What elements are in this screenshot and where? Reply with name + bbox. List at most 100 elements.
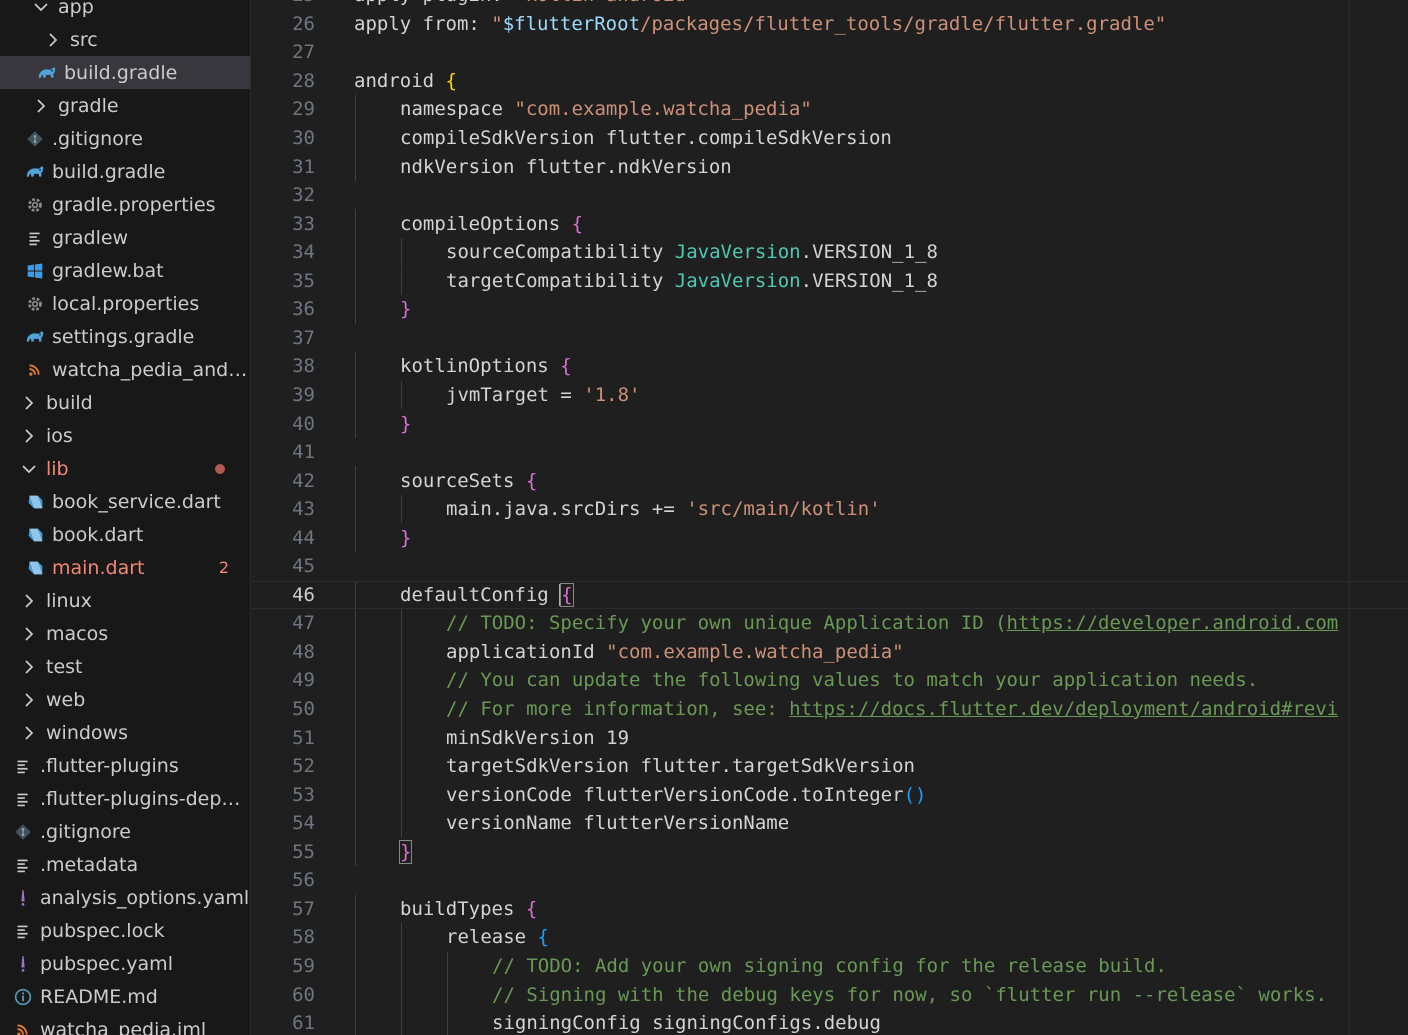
- code-link[interactable]: https://docs.flutter.dev/deployment/andr…: [789, 698, 1338, 720]
- code-line[interactable]: 55}: [252, 837, 1408, 866]
- code-text: apply from: "$flutterRoot/packages/flutt…: [354, 13, 1166, 35]
- code-line[interactable]: 51 minSdkVersion 19: [252, 723, 1408, 752]
- explorer-folder[interactable]: lib: [0, 452, 250, 485]
- code-line[interactable]: 33 compileOptions {: [252, 209, 1408, 238]
- code-line[interactable]: 29 namespace "com.example.watcha_pedia": [252, 95, 1408, 124]
- code-line[interactable]: 56: [252, 866, 1408, 895]
- explorer-file[interactable]: pubspec.lock: [0, 914, 250, 947]
- code-line[interactable]: 52 targetSdkVersion flutter.targetSdkVers…: [252, 751, 1408, 781]
- code-line[interactable]: 59 // TODO: Add your own signing config f…: [252, 951, 1408, 981]
- code-line[interactable]: 36}: [252, 295, 1408, 324]
- code-line[interactable]: 50 // For more information, see: https://…: [252, 694, 1408, 724]
- explorer-folder[interactable]: linux: [0, 584, 250, 617]
- code-line[interactable]: 53 versionCode flutterVersionCode.toInteg…: [252, 780, 1408, 809]
- code-text: jvmTarget = '1.8': [446, 384, 640, 406]
- code-line[interactable]: 41: [252, 438, 1408, 467]
- explorer-file[interactable]: analysis_options.yaml: [0, 881, 250, 914]
- explorer-folder[interactable]: macos: [0, 617, 250, 650]
- explorer-file[interactable]: pubspec.yaml: [0, 947, 250, 980]
- code-line[interactable]: 35 targetCompatibility JavaVersion.VERSIO…: [252, 266, 1408, 295]
- explorer-file[interactable]: .flutter-plugins-depe...: [0, 782, 251, 815]
- code-token: JavaVersion: [674, 269, 801, 292]
- explorer-file[interactable]: book.dart: [0, 518, 250, 551]
- code-line[interactable]: 31 ndkVersion flutter.ndkVersion: [252, 152, 1408, 181]
- code-line[interactable]: 57 buildTypes {: [252, 894, 1408, 924]
- code-line[interactable]: 60 // Signing with the debug keys for now…: [252, 980, 1408, 1009]
- code-line[interactable]: 32: [252, 181, 1408, 210]
- code-token: apply plugin:: [354, 0, 514, 6]
- code-line[interactable]: 46 defaultConfig {: [252, 580, 1408, 610]
- code-line[interactable]: 28 android {: [252, 67, 1408, 96]
- indent-guide: [401, 780, 402, 809]
- code-line[interactable]: 27: [252, 38, 1408, 67]
- code-line[interactable]: 43 main.java.srcDirs += 'src/main/kotlin': [252, 494, 1408, 524]
- explorer-folder[interactable]: app: [0, 0, 250, 23]
- line-number: 41: [292, 441, 315, 464]
- chevron-right-icon: [42, 29, 64, 51]
- indent-guide: [355, 837, 356, 866]
- explorer-folder[interactable]: gradle: [0, 89, 250, 122]
- code-line[interactable]: 58 release {: [252, 923, 1408, 952]
- explorer-folder[interactable]: windows: [0, 716, 250, 749]
- code-line[interactable]: 39 jvmTarget = '1.8': [252, 380, 1408, 410]
- chevron-right-icon: [18, 656, 40, 678]
- explorer-item-label: .flutter-plugins-depe...: [40, 787, 251, 810]
- code-token: // Signing with the debug keys for now, …: [492, 983, 1328, 1006]
- explorer-file[interactable]: gradlew.bat: [0, 254, 250, 287]
- code-line[interactable]: 47 // TODO: Specify your own unique Appli…: [252, 609, 1408, 638]
- code-text: signingConfig signingConfigs.debug: [492, 1012, 881, 1034]
- explorer-file[interactable]: .gitignore: [0, 122, 250, 155]
- explorer-file[interactable]: local.properties: [0, 287, 250, 320]
- chevron-right-icon: [30, 95, 52, 117]
- code-text: sourceCompatibility JavaVersion.VERSION_…: [446, 241, 938, 263]
- explorer-file[interactable]: .flutter-plugins: [0, 749, 250, 782]
- code-line[interactable]: 25 apply plugin: 'kotlin-android': [252, 0, 1408, 10]
- line-number: 36: [292, 298, 315, 321]
- explorer-file[interactable]: .gitignore: [0, 815, 250, 848]
- explorer-folder[interactable]: ios: [0, 419, 250, 452]
- explorer-folder[interactable]: web: [0, 683, 250, 716]
- code-line[interactable]: 37: [252, 324, 1408, 353]
- explorer-file[interactable]: main.dart 2: [0, 551, 250, 584]
- explorer-file[interactable]: README.md: [0, 980, 250, 1013]
- indent-guide: [355, 923, 356, 952]
- code-line[interactable]: 30 compileSdkVersion flutter.compileSdkVe…: [252, 123, 1408, 153]
- indent-guide: [401, 380, 402, 410]
- explorer-file[interactable]: gradlew: [0, 221, 250, 254]
- gear-icon: [24, 293, 46, 315]
- explorer-folder[interactable]: test: [0, 650, 250, 683]
- line-number: 61: [292, 1012, 315, 1035]
- code-line[interactable]: 34 sourceCompatibility JavaVersion.VERSIO…: [252, 237, 1408, 267]
- code-link[interactable]: https://developer.android.com: [1007, 612, 1339, 634]
- explorer-file[interactable]: watcha_pedia.iml: [0, 1013, 250, 1035]
- explorer-folder[interactable]: src: [0, 23, 250, 56]
- indent-guide: [401, 694, 402, 724]
- code-line[interactable]: 40}: [252, 409, 1408, 438]
- explorer-file[interactable]: book_service.dart: [0, 485, 250, 518]
- code-text: sourceSets {: [400, 470, 537, 492]
- code-line[interactable]: 48 applicationId "com.example.watcha_pedi…: [252, 637, 1408, 667]
- gradle-elephant-icon: [24, 326, 46, 348]
- explorer-file[interactable]: .metadata: [0, 848, 250, 881]
- code-line[interactable]: 26 apply from: "$flutterRoot/packages/flu…: [252, 10, 1408, 39]
- code-token: compileSdkVersion flutter.compileSdkVers…: [400, 127, 892, 149]
- explorer-file[interactable]: build.gradle: [0, 56, 250, 89]
- code-line[interactable]: 61 signingConfig signingConfigs.debug: [252, 1008, 1408, 1035]
- explorer-file[interactable]: gradle.properties: [0, 188, 250, 221]
- code-line[interactable]: 42 sourceSets {: [252, 466, 1408, 495]
- explorer-file[interactable]: build.gradle: [0, 155, 250, 188]
- line-number: 55: [292, 840, 315, 863]
- explorer-file[interactable]: settings.gradle: [0, 320, 250, 353]
- code-line[interactable]: 54 versionName flutterVersionName: [252, 808, 1408, 838]
- code-line[interactable]: 38 kotlinOptions {: [252, 352, 1408, 381]
- explorer-file[interactable]: watcha_pedia_andro...: [0, 353, 250, 386]
- code-token: }: [400, 412, 412, 435]
- explorer-item-label: pubspec.yaml: [40, 952, 173, 975]
- chevron-down-icon: [30, 0, 52, 18]
- explorer-folder[interactable]: build: [0, 386, 250, 419]
- code-line[interactable]: 44}: [252, 523, 1408, 552]
- indent-guide: [355, 409, 356, 438]
- code-editor[interactable]: 25 apply plugin: 'kotlin-android' 26 apply …: [252, 0, 1408, 1035]
- code-line[interactable]: 49 // You can update the following values…: [252, 666, 1408, 695]
- code-line[interactable]: 45: [252, 552, 1408, 581]
